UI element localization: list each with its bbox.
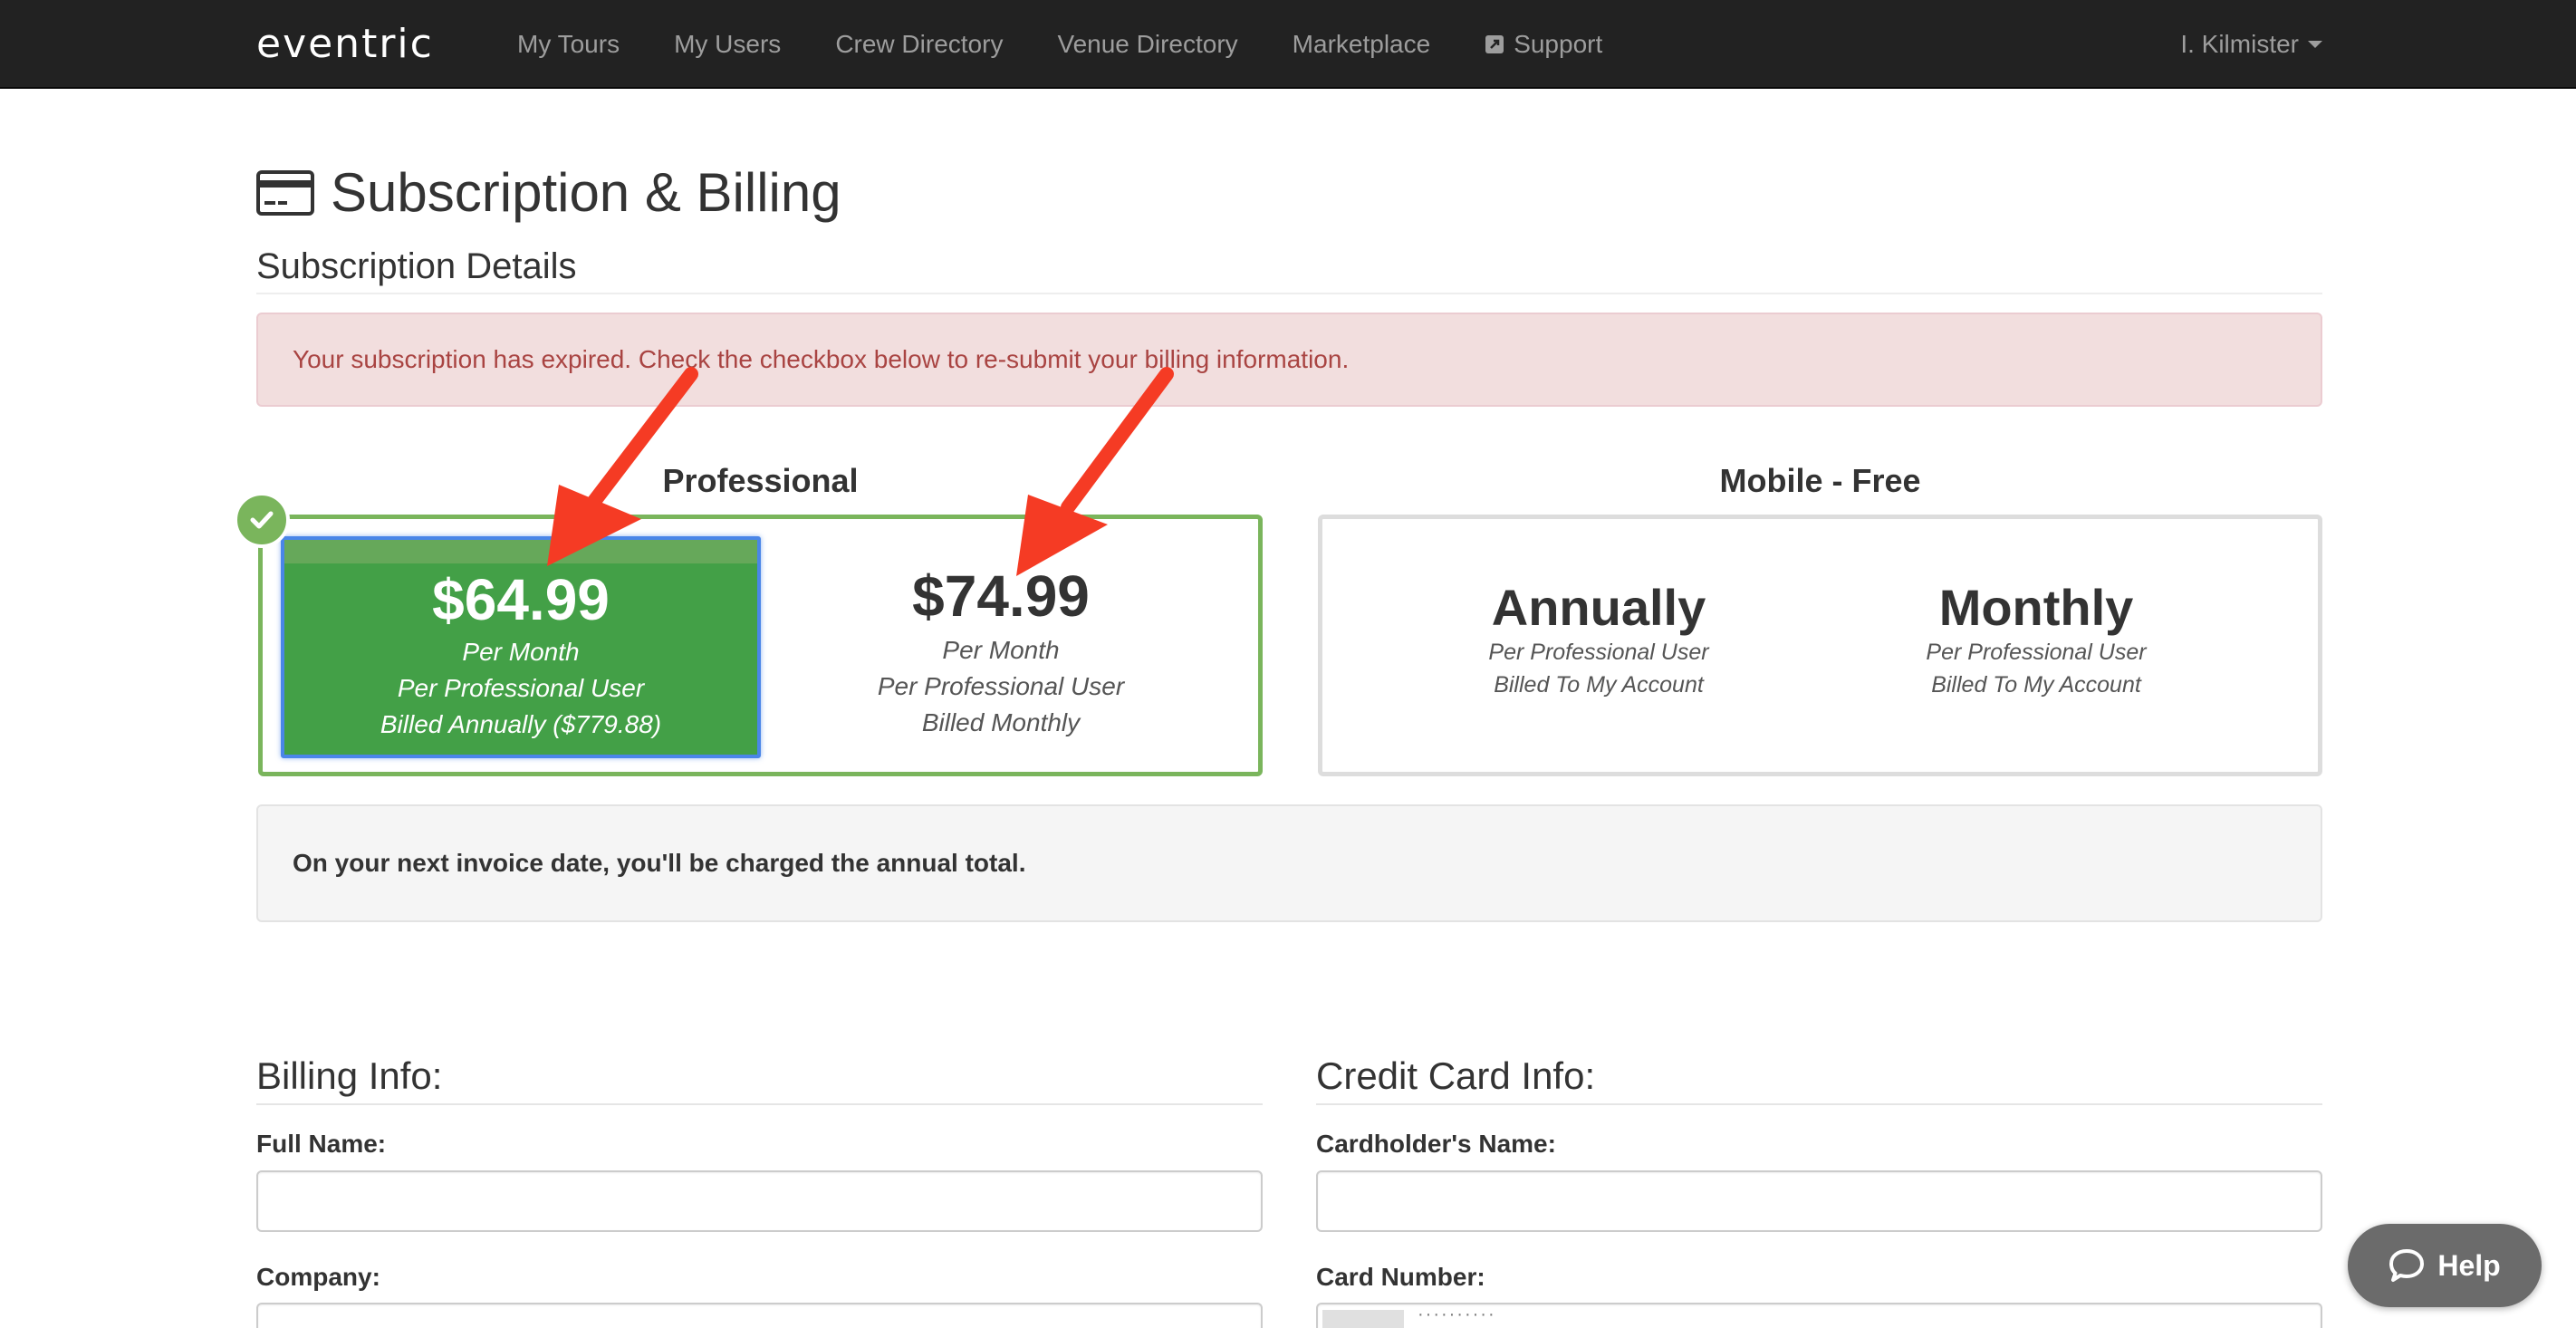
brand-logo[interactable]: eventric xyxy=(256,21,434,67)
external-link-icon xyxy=(1485,35,1504,53)
full-name-label: Full Name: xyxy=(256,1130,387,1158)
mobile-monthly-line-1: Per Professional User xyxy=(1926,639,2147,665)
caret-down-icon xyxy=(2308,41,2322,48)
mobile-plan-label: Mobile - Free xyxy=(1719,462,1921,499)
nav-my-tours[interactable]: My Tours xyxy=(517,30,620,59)
cardholder-name-label: Cardholder's Name: xyxy=(1316,1130,1556,1158)
mobile-annual-title: Annually xyxy=(1491,579,1706,636)
help-label: Help xyxy=(2437,1248,2501,1282)
nav-support[interactable]: Support xyxy=(1485,30,1602,59)
professional-plan-label: Professional xyxy=(662,462,859,499)
annual-price: $64.99 xyxy=(432,567,610,632)
monthly-price: $74.99 xyxy=(912,563,1090,629)
mobile-monthly-line-2: Billed To My Account xyxy=(1931,671,2141,698)
mobile-monthly-option[interactable]: Monthly Per Professional User Billed To … xyxy=(1873,580,2199,701)
nav-marketplace[interactable]: Marketplace xyxy=(1293,30,1431,59)
selected-check-icon xyxy=(234,492,290,548)
nav-support-label: Support xyxy=(1514,30,1603,58)
invoice-info-text: On your next invoice date, you'll be cha… xyxy=(293,849,1026,877)
nav-links: My Tours My Users Crew Directory Venue D… xyxy=(517,0,1657,89)
section-divider xyxy=(256,293,2322,294)
nav-venue-directory[interactable]: Venue Directory xyxy=(1057,30,1237,59)
card-number-label: Card Number: xyxy=(1316,1263,1485,1291)
card-number-mask: ·········· xyxy=(1418,1304,1496,1324)
credit-card-heading: Credit Card Info: xyxy=(1316,1054,1596,1097)
alert-message: Your subscription has expired. Check the… xyxy=(293,345,1350,373)
company-input[interactable] xyxy=(256,1303,1263,1328)
credit-card-icon xyxy=(256,169,314,216)
nav-crew-directory[interactable]: Crew Directory xyxy=(835,30,1003,59)
monthly-line-2: Per Professional User xyxy=(877,672,1125,700)
annual-line-3: Billed Annually ($779.88) xyxy=(380,710,662,738)
billing-info-heading: Billing Info: xyxy=(256,1054,443,1097)
mobile-annual-line-2: Billed To My Account xyxy=(1494,671,1704,698)
chat-bubble-icon xyxy=(2389,1249,2425,1282)
card-brand-placeholder-icon xyxy=(1322,1310,1404,1328)
company-label: Company: xyxy=(256,1263,380,1291)
help-button[interactable]: Help xyxy=(2348,1224,2542,1307)
expired-alert: Your subscription has expired. Check the… xyxy=(256,313,2322,407)
credit-card-divider xyxy=(1316,1103,2322,1105)
top-navbar: eventric My Tours My Users Crew Director… xyxy=(0,0,2576,89)
invoice-info-well: On your next invoice date, you'll be cha… xyxy=(256,804,2322,922)
brand-text: eventric xyxy=(256,21,434,67)
page-title-text: Subscription & Billing xyxy=(331,162,841,223)
mobile-monthly-title: Monthly xyxy=(1938,579,2134,636)
monthly-line-1: Per Month xyxy=(942,636,1060,664)
mobile-annual-line-1: Per Professional User xyxy=(1488,639,1709,665)
billing-info-divider xyxy=(256,1103,1263,1105)
option-highlight-bar xyxy=(284,540,757,563)
professional-annual-option[interactable]: $64.99 Per Month Per Professional User B… xyxy=(281,536,761,758)
nav-my-users[interactable]: My Users xyxy=(674,30,781,59)
monthly-line-3: Billed Monthly xyxy=(921,708,1081,736)
user-menu-dropdown[interactable]: I. Kilmister xyxy=(2180,0,2322,89)
professional-monthly-option[interactable]: $74.99 Per Month Per Professional User B… xyxy=(797,536,1205,758)
section-title: Subscription Details xyxy=(256,246,577,286)
cardholder-name-input[interactable] xyxy=(1316,1170,2322,1232)
annual-line-1: Per Month xyxy=(462,638,580,666)
user-name: I. Kilmister xyxy=(2180,30,2299,58)
page-title: Subscription & Billing xyxy=(256,161,841,224)
mobile-annual-option[interactable]: Annually Per Professional User Billed To… xyxy=(1436,580,1762,701)
annual-line-2: Per Professional User xyxy=(397,674,645,702)
full-name-input[interactable] xyxy=(256,1170,1263,1232)
